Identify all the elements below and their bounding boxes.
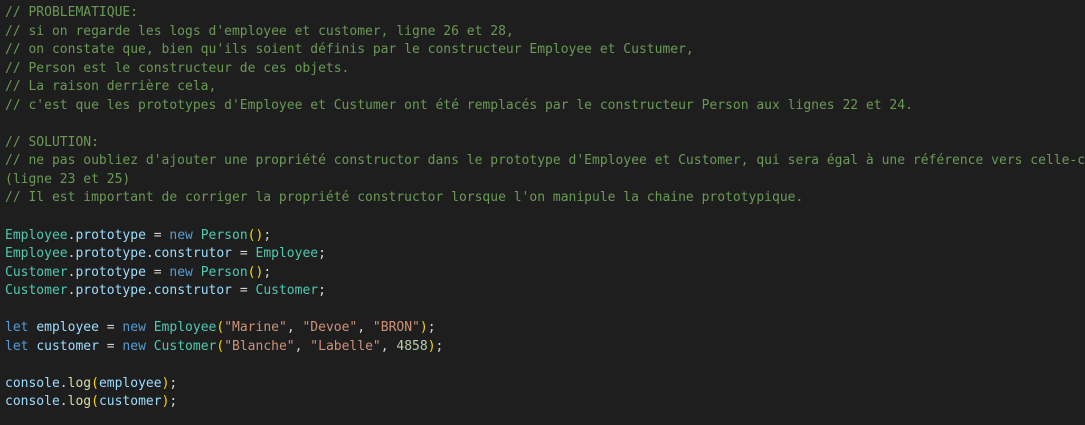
variable-name: customer: [36, 338, 99, 354]
code-line: let employee = new Employee("Marine", "D…: [5, 320, 436, 336]
code-line: Customer.prototype.construtor = Customer…: [5, 283, 326, 299]
variable-name: employee: [98, 375, 162, 391]
code-line: Customer.prototype = new Person();: [5, 264, 272, 280]
code-line-wrapped: (ligne 23 et 25): [5, 171, 131, 187]
keyword: new: [169, 264, 193, 280]
code-line: let customer = new Customer("Blanche", "…: [5, 338, 444, 354]
code-line: console.log(employee);: [5, 375, 178, 391]
class-name: Customer: [255, 283, 319, 299]
code-line: // SOLUTION:: [5, 134, 99, 150]
function-name: log: [67, 394, 92, 410]
keyword: new: [122, 320, 146, 336]
variable-name: employee: [36, 320, 99, 336]
keyword: new: [122, 338, 146, 354]
property-name: prototype: [75, 283, 146, 299]
class-name: Person: [200, 264, 248, 280]
code-line: // si on regarde les logs d'employee et …: [5, 23, 514, 39]
string-literal: "Labelle": [310, 338, 381, 354]
code-line: // La raison derrière cela,: [5, 79, 217, 95]
code-line: console.log(customer);: [5, 394, 178, 410]
keyword: let: [5, 338, 29, 354]
variable-name: customer: [98, 394, 162, 410]
keyword: let: [5, 320, 29, 336]
code-line: // PROBLEMATIQUE:: [5, 5, 139, 20]
string-literal: "Marine": [224, 320, 287, 336]
property-name: prototype: [75, 227, 146, 243]
property-name: prototype: [75, 246, 146, 262]
code-editor[interactable]: // PROBLEMATIQUE: // si on regarde les l…: [5, 4, 1085, 412]
code-line: // c'est que les prototypes d'Employee e…: [5, 97, 913, 113]
class-name: Employee: [5, 227, 68, 243]
class-name: Person: [200, 227, 248, 243]
class-name: Customer: [5, 264, 68, 280]
number-literal: 4858: [396, 338, 428, 354]
function-name: log: [67, 375, 92, 391]
class-name: Customer: [153, 338, 217, 354]
code-line: // Person est le constructeur de ces obj…: [5, 60, 350, 76]
code-line: // ne pas oubliez d'ajouter une propriét…: [5, 153, 1085, 169]
string-literal: "Devoe": [302, 320, 358, 336]
property-name: prototype: [75, 264, 146, 280]
code-line: Employee.prototype.construtor = Employee…: [5, 246, 326, 262]
object-name: console: [5, 394, 60, 410]
object-name: console: [5, 375, 60, 391]
keyword: new: [169, 227, 193, 243]
class-name: Customer: [5, 283, 68, 299]
class-name: Employee: [255, 246, 319, 262]
code-line: Employee.prototype = new Person();: [5, 227, 272, 243]
string-literal: "Blanche": [224, 338, 295, 354]
string-literal: "BRON": [372, 320, 420, 336]
class-name: Employee: [5, 246, 68, 262]
property-name: construtor: [153, 246, 233, 262]
property-name: construtor: [153, 283, 233, 299]
class-name: Employee: [153, 320, 217, 336]
code-line: // Il est important de corriger la propr…: [5, 190, 804, 206]
code-line: // on constate que, bien qu'ils soient d…: [5, 42, 694, 58]
